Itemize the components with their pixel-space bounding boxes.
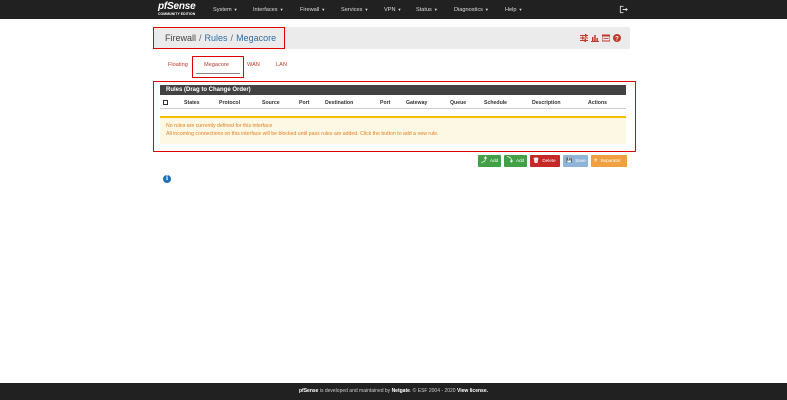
add-bottom-button[interactable]: ⤵ Add xyxy=(504,155,527,167)
top-navbar: pfSense COMMUNITY EDITION System ▼ Interf… xyxy=(0,0,787,19)
header-icons: ? xyxy=(580,34,621,42)
menu-services-label: Services xyxy=(341,7,363,13)
menu-system[interactable]: System ▼ xyxy=(213,0,238,20)
add-top-label: Add xyxy=(490,158,499,163)
footer-company-link[interactable]: Netgate xyxy=(392,388,410,394)
bar-chart-icon[interactable] xyxy=(591,34,599,42)
menu-firewall-label: Firewall xyxy=(300,7,320,13)
delete-label: Delete xyxy=(542,158,556,163)
svg-text:?: ? xyxy=(615,36,619,42)
menu-services[interactable]: Services ▼ xyxy=(341,0,368,20)
brand-edition: COMMUNITY EDITION xyxy=(158,12,196,16)
menu-help-label: Help xyxy=(505,7,517,13)
save-button[interactable]: 💾 Save xyxy=(563,155,588,167)
menu-vpn[interactable]: VPN ▼ xyxy=(384,0,401,20)
list-icon[interactable] xyxy=(602,34,610,42)
tab-lan[interactable]: LAN xyxy=(276,60,287,70)
sign-out-icon[interactable] xyxy=(619,5,628,14)
menu-interfaces-label: Interfaces xyxy=(253,7,278,13)
save-label: Save xyxy=(575,158,586,163)
caret-down-icon: ▼ xyxy=(364,7,369,12)
caret-down-icon: ▼ xyxy=(233,7,238,12)
footer-text-2: . © ESF 2004 - 2020 xyxy=(409,388,457,394)
menu-firewall[interactable]: Firewall ▼ xyxy=(300,0,325,20)
brand-name: pfSense xyxy=(158,1,196,12)
arrow-down-icon: ⤵ xyxy=(507,158,514,164)
delete-button[interactable]: 🗑 Delete xyxy=(530,155,560,167)
caret-down-icon: ▼ xyxy=(518,7,523,12)
floppy-icon: 💾 xyxy=(566,158,573,164)
menu-status[interactable]: Status ▼ xyxy=(416,0,438,20)
menu-system-label: System xyxy=(213,7,232,13)
caret-down-icon: ▼ xyxy=(321,7,326,12)
menu-vpn-label: VPN xyxy=(384,7,396,13)
menu-diagnostics[interactable]: Diagnostics ▼ xyxy=(454,0,489,20)
separator-button[interactable]: + Separator xyxy=(591,155,627,167)
caret-down-icon: ▼ xyxy=(433,7,438,12)
separator-label: Separator xyxy=(600,158,621,163)
menu-interfaces[interactable]: Interfaces ▼ xyxy=(253,0,284,20)
help-icon[interactable]: ? xyxy=(613,34,621,42)
menu-diagnostics-label: Diagnostics xyxy=(454,7,483,13)
pfsense-logo[interactable]: pfSense COMMUNITY EDITION xyxy=(158,1,204,18)
add-bottom-label: Add xyxy=(516,158,525,163)
footer-text-1: is developed and maintained by xyxy=(318,388,392,394)
tab-wan[interactable]: WAN xyxy=(247,60,260,70)
info-circle-icon[interactable]: i xyxy=(163,175,171,183)
caret-down-icon: ▼ xyxy=(397,7,402,12)
caret-down-icon: ▼ xyxy=(279,7,284,12)
footer-brand: pfSense xyxy=(299,388,319,394)
footer: pfSense is developed and maintained by N… xyxy=(0,383,787,400)
footer-license-link[interactable]: View license. xyxy=(457,388,488,394)
menu-status-label: Status xyxy=(416,7,432,13)
arrow-up-icon: ⤴ xyxy=(481,158,488,164)
plus-icon: + xyxy=(594,158,598,164)
menu-help[interactable]: Help ▼ xyxy=(505,0,522,20)
breadcrumb-highlight xyxy=(153,27,285,49)
add-top-button[interactable]: ⤴ Add xyxy=(478,155,501,167)
caret-down-icon: ▼ xyxy=(484,7,489,12)
tab-floating[interactable]: Floating xyxy=(168,60,188,70)
trash-icon: 🗑 xyxy=(533,158,540,164)
rules-highlight xyxy=(153,81,636,152)
sliders-icon[interactable] xyxy=(580,34,588,42)
tab-highlight xyxy=(192,56,244,78)
